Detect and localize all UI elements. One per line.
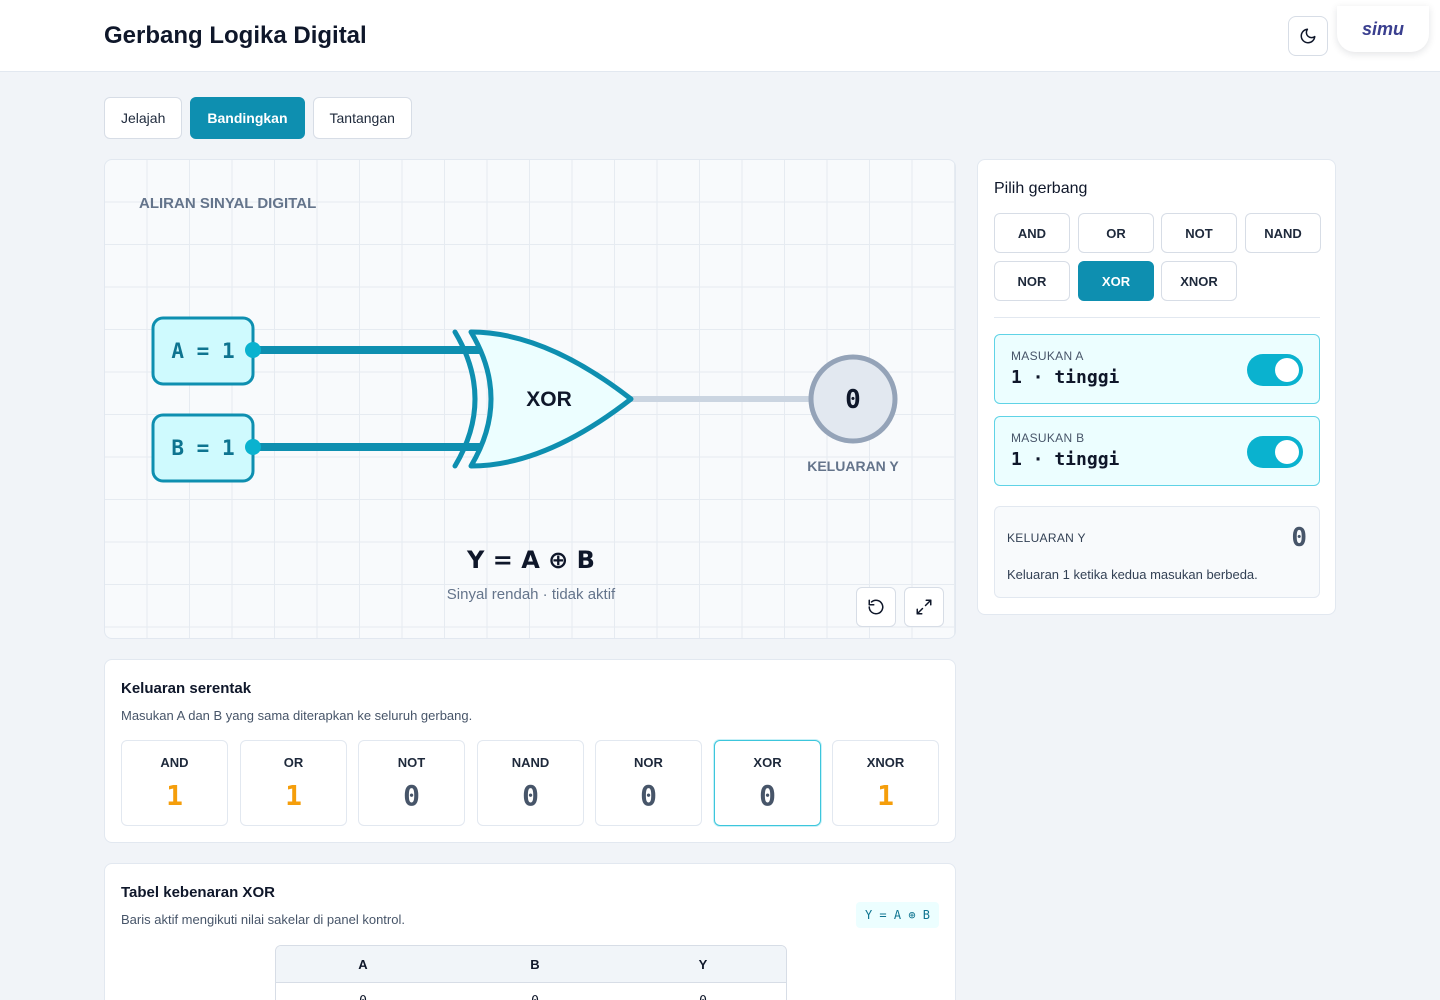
result-gate-label: XNOR bbox=[866, 755, 905, 770]
tab-bandingkan[interactable]: Bandingkan bbox=[190, 97, 305, 139]
panel-title: Pilih gerbang bbox=[994, 180, 1088, 197]
app-header: Gerbang Logika Digital simu bbox=[0, 0, 1440, 72]
gate-button-nor[interactable]: NOR bbox=[994, 261, 1070, 301]
canvas-section-label: ALIRAN SINYAL DIGITAL bbox=[139, 195, 316, 212]
output-summary: KELUARAN Y 0 Keluaran 1 ketika kedua mas… bbox=[994, 506, 1320, 598]
reset-button[interactable] bbox=[856, 587, 896, 627]
gate-button-nand[interactable]: NAND bbox=[1245, 213, 1321, 253]
tab-jelajah[interactable]: Jelajah bbox=[104, 97, 183, 139]
input-a-toggle[interactable] bbox=[1247, 354, 1303, 386]
gate-button-not[interactable]: NOT bbox=[1161, 213, 1237, 253]
gate-label: XOR bbox=[526, 388, 572, 411]
toggle-knob bbox=[1275, 440, 1299, 464]
output-summary-description: Keluaran 1 ketika kedua masukan berbeda. bbox=[1007, 567, 1258, 582]
input-b-control: MASUKAN B 1 · tinggi bbox=[994, 416, 1320, 486]
tab-tantangan[interactable]: Tantangan bbox=[312, 97, 412, 139]
truth-table-card: Tabel kebenaran XOR Baris aktif mengikut… bbox=[104, 863, 956, 1000]
result-xnor[interactable]: XNOR 1 bbox=[832, 740, 939, 826]
circuit-canvas: ALIRAN SINYAL DIGITAL A = 1 B = 1 XOR 0 … bbox=[104, 159, 956, 639]
result-nor[interactable]: NOR 0 bbox=[595, 740, 702, 826]
simultaneous-title: Keluaran serentak bbox=[121, 680, 252, 697]
result-gate-label: NAND bbox=[511, 755, 550, 770]
result-gate-label: NOT bbox=[397, 755, 426, 770]
gate-button-and[interactable]: AND bbox=[994, 213, 1070, 253]
panel-divider bbox=[994, 317, 1320, 318]
output-label: KELUARAN Y bbox=[807, 458, 899, 474]
toggle-knob bbox=[1275, 358, 1299, 382]
result-value: 0 bbox=[403, 779, 420, 812]
reset-icon bbox=[868, 599, 884, 615]
canvas-status: Sinyal rendah · tidak aktif bbox=[447, 586, 616, 603]
truth-table-header: A B Y bbox=[276, 946, 786, 983]
input-a-control: MASUKAN A 1 · tinggi bbox=[994, 334, 1320, 404]
column-header-y: Y bbox=[698, 956, 708, 972]
table-cell-b: 0 bbox=[450, 983, 620, 1000]
gate-button-xor[interactable]: XOR bbox=[1078, 261, 1154, 301]
moon-icon bbox=[1300, 28, 1316, 44]
result-value: 0 bbox=[759, 779, 776, 812]
result-xor[interactable]: XOR 0 bbox=[714, 740, 821, 826]
column-header-b: B bbox=[530, 956, 540, 972]
output-value: 0 bbox=[845, 385, 861, 415]
input-b-control-label: MASUKAN B bbox=[1011, 431, 1085, 445]
result-nand[interactable]: NAND 0 bbox=[477, 740, 584, 826]
input-a-control-label: MASUKAN A bbox=[1011, 349, 1084, 363]
table-cell-y: 0 bbox=[620, 983, 786, 1000]
simultaneous-output-card: Keluaran serentak Masukan A dan B yang s… bbox=[104, 659, 956, 843]
logo-text: simu bbox=[1361, 18, 1404, 39]
simultaneous-subtitle: Masukan A dan B yang sama diterapkan ke … bbox=[121, 708, 473, 723]
input-b-control-value: 1 · tinggi bbox=[1011, 449, 1120, 470]
result-value: 1 bbox=[166, 779, 183, 812]
theme-toggle-button[interactable] bbox=[1288, 16, 1328, 56]
result-or[interactable]: OR 1 bbox=[240, 740, 347, 826]
input-a-port bbox=[245, 342, 261, 358]
truth-table: A B Y 0 0 0 bbox=[275, 945, 787, 1000]
page-title: Gerbang Logika Digital bbox=[104, 22, 367, 49]
result-gate-label: XOR bbox=[753, 755, 782, 770]
table-cell-a: 0 bbox=[276, 983, 450, 1000]
result-value: 1 bbox=[877, 779, 894, 812]
gate-button-xnor[interactable]: XNOR bbox=[1161, 261, 1237, 301]
fullscreen-button[interactable] bbox=[904, 587, 944, 627]
input-b-toggle[interactable] bbox=[1247, 436, 1303, 468]
mode-tabs: Jelajah Bandingkan Tantangan bbox=[104, 97, 412, 139]
control-panel: Pilih gerbang AND OR NOT NAND NOR XOR XN… bbox=[977, 159, 1336, 615]
result-gate-label: NOR bbox=[634, 755, 663, 770]
gate-button-or[interactable]: OR bbox=[1078, 213, 1154, 253]
canvas-formula: Y = A ⊕ B bbox=[466, 546, 595, 574]
input-a-label: A = 1 bbox=[171, 339, 234, 363]
input-b-label: B = 1 bbox=[171, 436, 234, 460]
result-value: 0 bbox=[640, 779, 657, 812]
truth-table-title: Tabel kebenaran XOR bbox=[121, 884, 275, 901]
result-gate-label: OR bbox=[283, 755, 304, 770]
output-summary-label: KELUARAN Y bbox=[1007, 531, 1086, 545]
result-gate-label: AND bbox=[160, 755, 189, 770]
formula-badge: Y = A ⊕ B bbox=[855, 902, 939, 928]
truth-table-subtitle: Baris aktif mengikuti nilai sakelar di p… bbox=[121, 912, 405, 927]
result-and[interactable]: AND 1 bbox=[121, 740, 228, 826]
output-summary-value: 0 bbox=[1291, 523, 1307, 553]
expand-icon bbox=[916, 599, 932, 615]
input-b-port bbox=[245, 439, 261, 455]
result-not[interactable]: NOT 0 bbox=[358, 740, 465, 826]
result-value: 0 bbox=[522, 779, 539, 812]
circuit-diagram: ALIRAN SINYAL DIGITAL A = 1 B = 1 XOR 0 … bbox=[139, 195, 899, 603]
table-row: 0 0 0 bbox=[276, 983, 786, 1000]
result-value: 1 bbox=[285, 779, 302, 812]
brand-logo[interactable]: simu bbox=[1337, 6, 1429, 52]
input-a-control-value: 1 · tinggi bbox=[1011, 367, 1120, 388]
column-header-a: A bbox=[358, 956, 368, 972]
